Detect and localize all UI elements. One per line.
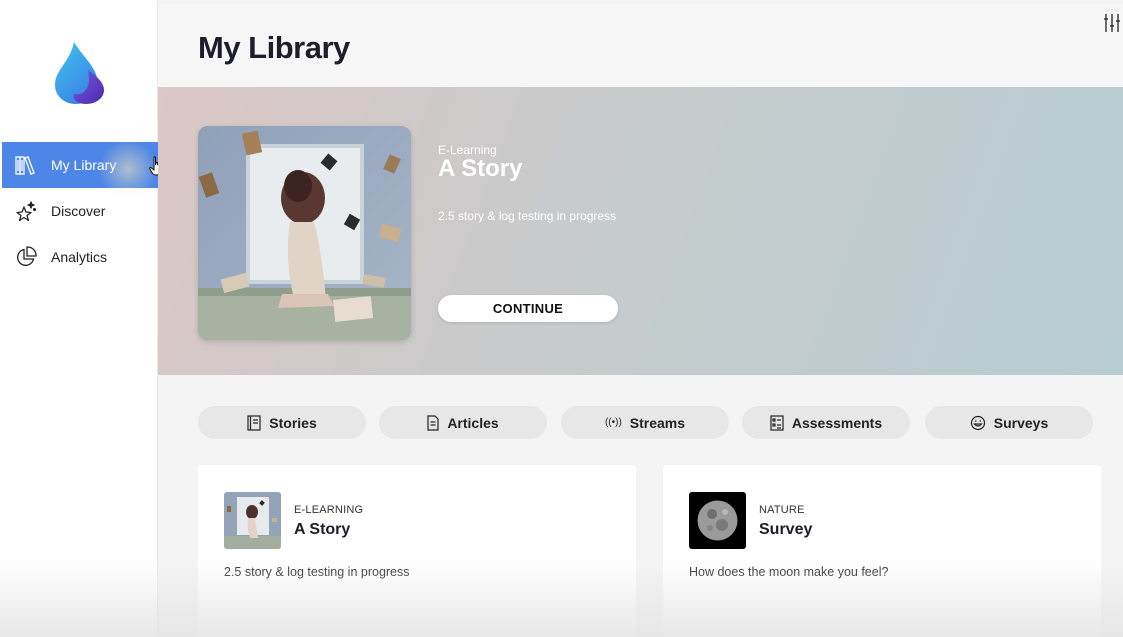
card-category: NATURE: [759, 504, 805, 516]
sidebar-item-discover[interactable]: Discover: [2, 188, 158, 234]
tab-label: Assessments: [791, 414, 883, 431]
tab-assessments[interactable]: Assessments: [742, 406, 910, 439]
sparkle-star-icon: [14, 199, 38, 223]
card-category: E-LEARNING: [294, 504, 364, 516]
featured-description: 2.5 story & log testing in progress: [438, 209, 617, 223]
sidebar-item-analytics[interactable]: Analytics: [2, 234, 158, 280]
sidebar: My Library Discover Analytics: [0, 0, 162, 637]
broadcast-icon: ((•)): [604, 417, 622, 428]
card-description: How does the moon make you feel?: [689, 565, 889, 579]
tab-streams[interactable]: ((•)) Streams: [561, 406, 729, 439]
card-title: A Story: [294, 521, 351, 538]
card-description: 2.5 story & log testing in progress: [224, 565, 410, 579]
tab-articles[interactable]: Articles: [379, 406, 547, 439]
pie-chart-icon: [14, 245, 38, 269]
tab-label: Streams: [629, 414, 686, 431]
checklist-icon: [770, 414, 784, 431]
smiley-icon: [970, 415, 986, 431]
sidebar-item-my-library[interactable]: My Library: [2, 142, 158, 188]
content-card[interactable]: E-LEARNING A Story 2.5 story & log testi…: [198, 465, 636, 637]
card-thumbnail: [224, 492, 281, 549]
page-header: My Library: [158, 4, 1123, 87]
book-icon: [247, 414, 261, 431]
tab-label: Stories: [269, 414, 317, 431]
page-title: My Library: [198, 30, 350, 65]
sidebar-item-label: Analytics: [51, 249, 108, 265]
featured-title: A Story: [438, 155, 523, 182]
tab-label: Surveys: [993, 414, 1049, 431]
featured-cover-image[interactable]: [198, 126, 411, 340]
library-icon: [14, 153, 38, 177]
tab-stories[interactable]: Stories: [198, 406, 366, 439]
content-card[interactable]: NATURE Survey How does the moon make you…: [663, 465, 1101, 637]
card-title: Survey: [759, 521, 813, 538]
sidebar-item-label: Discover: [51, 203, 106, 219]
card-thumbnail: [689, 492, 746, 549]
filter-settings-button[interactable]: [1101, 13, 1123, 38]
sliders-icon: [1103, 13, 1121, 38]
sidebar-item-label: My Library: [51, 157, 117, 173]
tab-surveys[interactable]: Surveys: [925, 406, 1093, 439]
content-type-tabs: Stories Articles ((•)) Streams Assessmen…: [198, 406, 1093, 439]
tab-label: Articles: [447, 414, 499, 431]
featured-banner: E-Learning A Story 2.5 story & log testi…: [158, 87, 1123, 375]
document-icon: [427, 414, 439, 431]
app-logo: [52, 40, 108, 106]
continue-button[interactable]: CONTINUE: [438, 295, 618, 322]
